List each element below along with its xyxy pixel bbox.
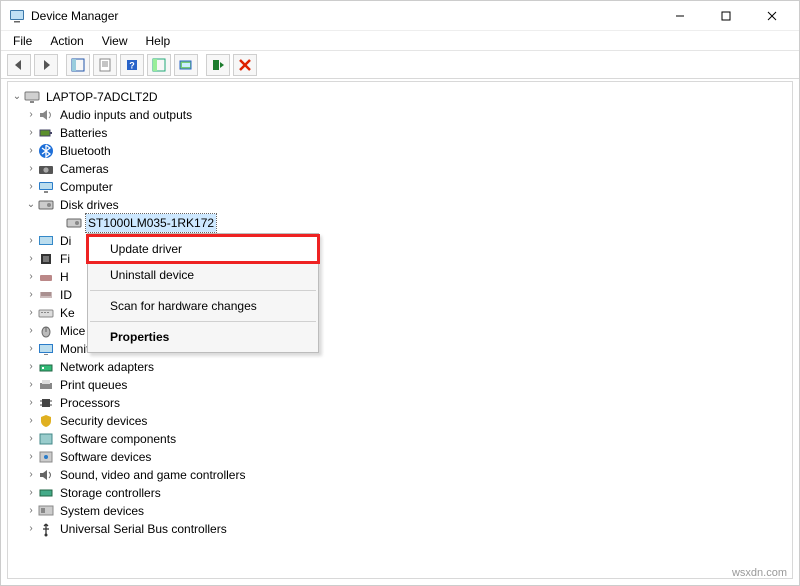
computer-icon <box>24 89 40 105</box>
context-separator <box>90 290 316 291</box>
window-titlebar: Device Manager <box>1 1 799 31</box>
context-separator <box>90 321 316 322</box>
app-icon <box>9 8 25 24</box>
context-menu: Update driver Uninstall device Scan for … <box>87 233 319 353</box>
network-icon <box>38 359 54 375</box>
disk-icon <box>38 197 54 213</box>
chevron-right-icon[interactable]: › <box>24 124 38 142</box>
chevron-right-icon[interactable]: › <box>24 178 38 196</box>
chevron-right-icon[interactable]: › <box>24 394 38 412</box>
security-icon <box>38 413 54 429</box>
chevron-right-icon[interactable]: › <box>24 502 38 520</box>
watermark: wsxdn.com <box>732 567 787 579</box>
firmware-icon <box>38 251 54 267</box>
computer-icon <box>38 179 54 195</box>
tree-category-sound[interactable]: › Sound, video and game controllers <box>24 466 790 484</box>
chevron-right-icon[interactable]: › <box>24 412 38 430</box>
tree-category-computer[interactable]: › Computer <box>24 178 790 196</box>
tree-category-storage[interactable]: › Storage controllers <box>24 484 790 502</box>
tree-category-bluetooth[interactable]: › Bluetooth <box>24 142 790 160</box>
chevron-right-icon[interactable]: › <box>24 268 38 286</box>
window-close-button[interactable] <box>749 1 795 31</box>
printer-icon <box>38 377 54 393</box>
window-maximize-button[interactable] <box>703 1 749 31</box>
camera-icon <box>38 161 54 177</box>
chevron-right-icon[interactable]: › <box>24 430 38 448</box>
storage-icon <box>38 485 54 501</box>
chevron-right-icon[interactable]: › <box>24 484 38 502</box>
software-component-icon <box>38 431 54 447</box>
tree-category-batteries[interactable]: › Batteries <box>24 124 790 142</box>
usb-icon <box>38 521 54 537</box>
chevron-right-icon[interactable]: › <box>24 106 38 124</box>
toolbar-show-tree-button[interactable] <box>66 54 90 76</box>
chevron-right-icon[interactable]: › <box>24 250 38 268</box>
toolbar: ? <box>1 51 799 79</box>
keyboard-icon <box>38 305 54 321</box>
software-device-icon <box>38 449 54 465</box>
chevron-right-icon[interactable]: › <box>24 286 38 304</box>
chevron-right-icon[interactable]: › <box>24 466 38 484</box>
toolbar-enable-device-button[interactable] <box>206 54 230 76</box>
chevron-right-icon[interactable]: › <box>24 142 38 160</box>
ide-icon <box>38 287 54 303</box>
context-item-uninstall-device[interactable]: Uninstall device <box>88 262 318 288</box>
monitor-icon <box>38 341 54 357</box>
chevron-down-icon[interactable]: ⌄ <box>24 196 38 214</box>
toolbar-uninstall-device-button[interactable] <box>233 54 257 76</box>
chevron-right-icon[interactable]: › <box>24 304 38 322</box>
sound-icon <box>38 467 54 483</box>
context-item-properties[interactable]: Properties <box>88 324 318 350</box>
tree-category-network[interactable]: › Network adapters <box>24 358 790 376</box>
tree-item-disk-st1000[interactable]: ST1000LM035-1RK172 <box>52 214 790 232</box>
toolbar-forward-button[interactable] <box>34 54 58 76</box>
chevron-right-icon[interactable]: › <box>24 520 38 538</box>
tree-category-security[interactable]: › Security devices <box>24 412 790 430</box>
tree-category-audio[interactable]: › Audio inputs and outputs <box>24 106 790 124</box>
bluetooth-icon <box>38 143 54 159</box>
speaker-icon <box>38 107 54 123</box>
window-title: Device Manager <box>31 9 118 23</box>
tree-category-processors[interactable]: › Processors <box>24 394 790 412</box>
tree-category-sw-components[interactable]: › Software components <box>24 430 790 448</box>
disk-icon <box>66 215 82 231</box>
toolbar-help-button[interactable]: ? <box>120 54 144 76</box>
toolbar-back-button[interactable] <box>7 54 31 76</box>
toolbar-update-driver-button[interactable] <box>147 54 171 76</box>
chevron-down-icon[interactable]: ⌄ <box>10 88 24 106</box>
chevron-right-icon[interactable]: › <box>24 160 38 178</box>
tree-category-system[interactable]: › System devices <box>24 502 790 520</box>
menu-action[interactable]: Action <box>42 32 91 50</box>
system-icon <box>38 503 54 519</box>
chevron-right-icon[interactable]: › <box>24 340 38 358</box>
chevron-right-icon[interactable]: › <box>24 358 38 376</box>
display-icon <box>38 233 54 249</box>
menubar: File Action View Help <box>1 31 799 51</box>
toolbar-properties-button[interactable] <box>93 54 117 76</box>
mouse-icon <box>38 323 54 339</box>
cpu-icon <box>38 395 54 411</box>
tree-category-cameras[interactable]: › Cameras <box>24 160 790 178</box>
chevron-right-icon[interactable]: › <box>24 322 38 340</box>
context-item-scan-hardware[interactable]: Scan for hardware changes <box>88 293 318 319</box>
context-item-update-driver[interactable]: Update driver <box>88 236 318 262</box>
svg-text:?: ? <box>129 60 135 70</box>
battery-icon <box>38 125 54 141</box>
chevron-right-icon[interactable]: › <box>24 376 38 394</box>
tree-category-disk-drives[interactable]: ⌄ Disk drives <box>24 196 790 214</box>
window-minimize-button[interactable] <box>657 1 703 31</box>
menu-file[interactable]: File <box>5 32 40 50</box>
tree-category-printqueues[interactable]: › Print queues <box>24 376 790 394</box>
chevron-right-icon[interactable]: › <box>24 232 38 250</box>
tree-root[interactable]: ⌄ LAPTOP-7ADCLT2D <box>10 88 790 106</box>
menu-help[interactable]: Help <box>138 32 179 50</box>
menu-view[interactable]: View <box>94 32 136 50</box>
tree-category-sw-devices[interactable]: › Software devices <box>24 448 790 466</box>
tree-category-usb[interactable]: › Universal Serial Bus controllers <box>24 520 790 538</box>
hid-icon <box>38 269 54 285</box>
chevron-right-icon[interactable]: › <box>24 448 38 466</box>
toolbar-scan-hardware-button[interactable] <box>174 54 198 76</box>
